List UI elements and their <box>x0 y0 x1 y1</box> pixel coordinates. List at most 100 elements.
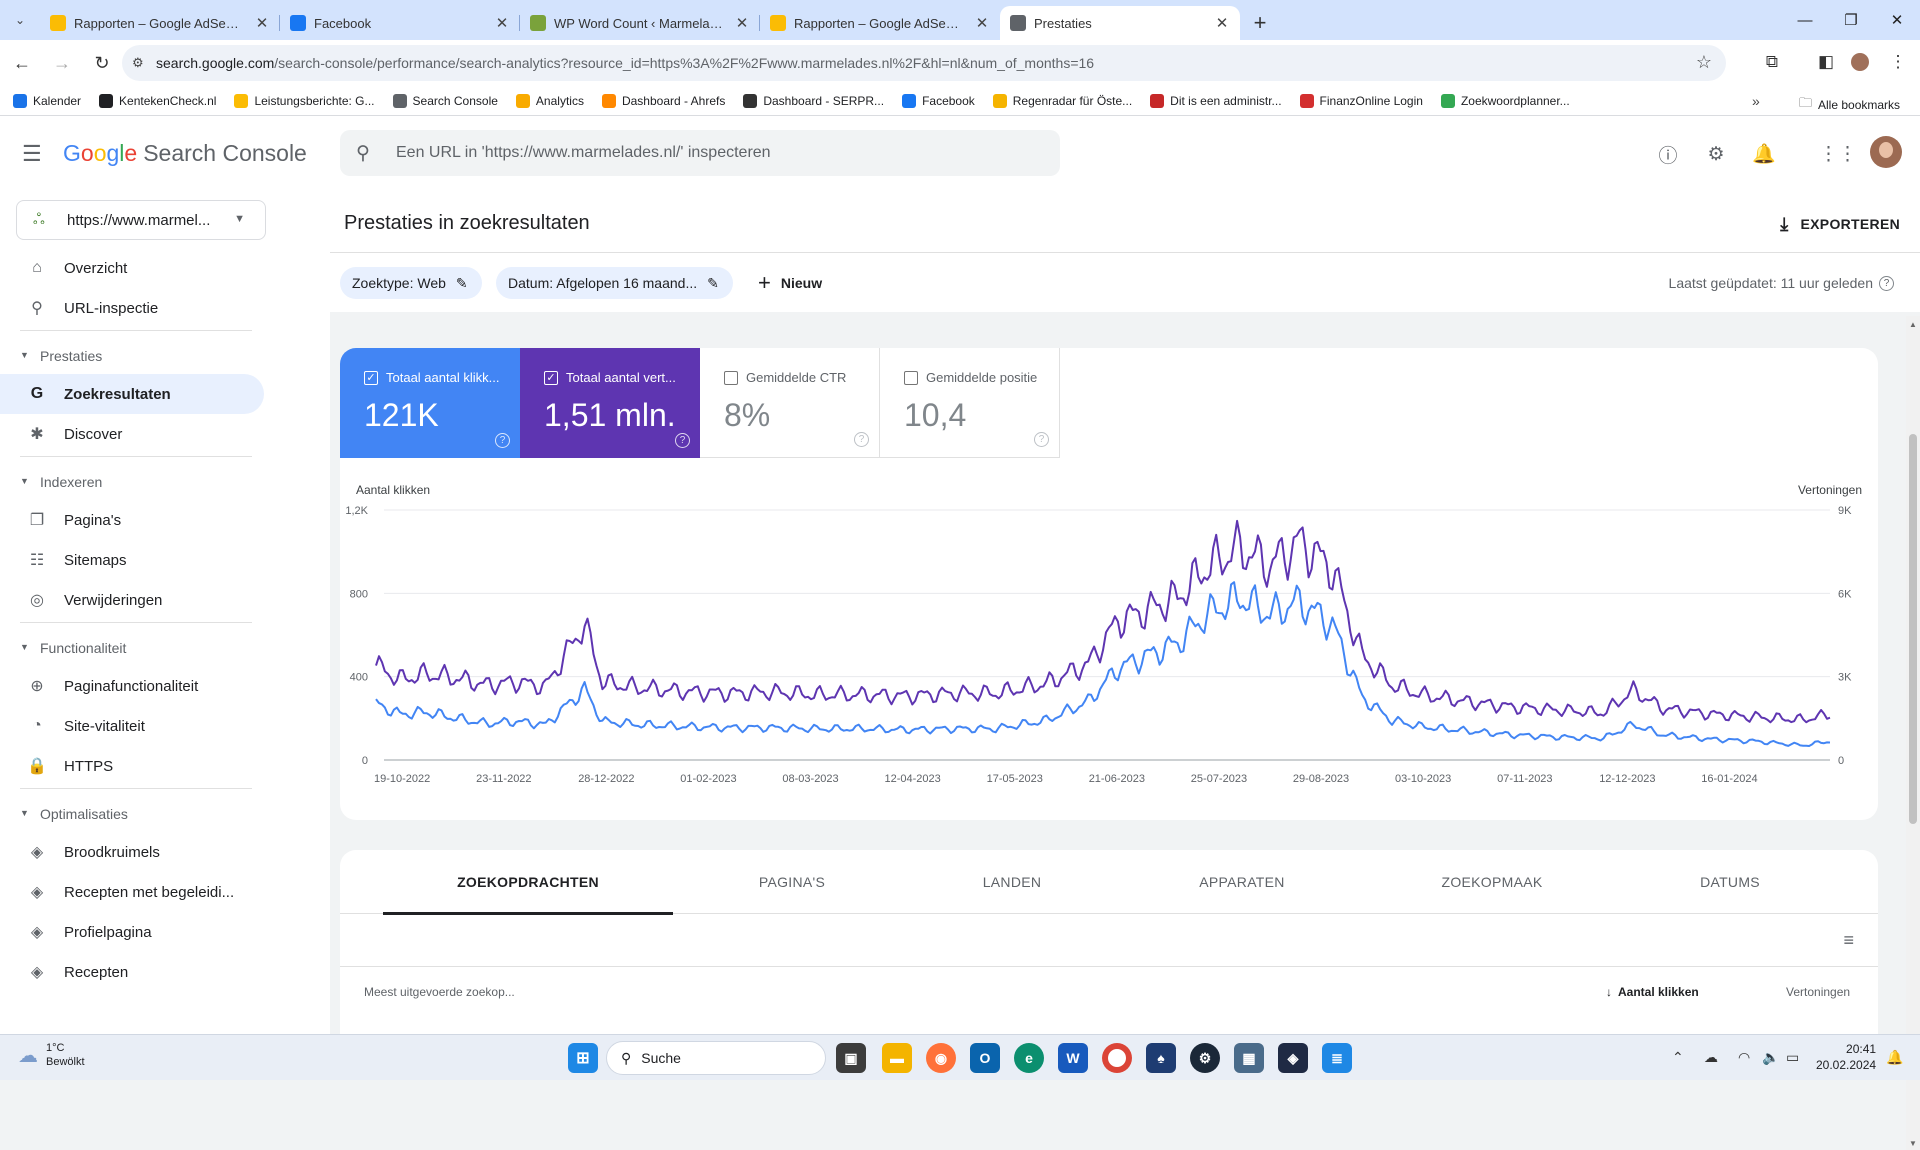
help-circle-icon[interactable]: ? <box>675 433 690 448</box>
side-panel-icon[interactable]: ◧ <box>1812 48 1840 76</box>
sidebar-item-recepten-met-begeleidi[interactable]: ◈ Recepten met begeleidi... <box>0 872 264 912</box>
date-filter-chip[interactable]: Datum: Afgelopen 16 maand... ✎ <box>496 267 733 299</box>
edit-pencil-icon[interactable]: ✎ <box>456 275 468 292</box>
browser-tab[interactable]: WP Word Count ‹ Marmelades ✕ <box>520 6 760 40</box>
extensions-icon[interactable]: ⧉ <box>1758 48 1786 76</box>
taskbar-search[interactable]: ⚲ Suche <box>606 1041 826 1075</box>
checkbox-empty-icon[interactable] <box>724 370 738 385</box>
browser-tab[interactable]: Rapporten – Google AdSense ✕ <box>40 6 280 40</box>
firefox-icon[interactable]: ◉ <box>926 1043 956 1073</box>
sidebar-item-zoekresultaten[interactable]: G Zoekresultaten <box>0 374 264 414</box>
apps-grid-icon[interactable]: ⋮⋮ <box>1819 140 1857 168</box>
sidebar-item-https[interactable]: 🔒 HTTPS <box>0 746 264 786</box>
sidebar-item-recepten[interactable]: ◈ Recepten <box>0 952 264 992</box>
tab-apparaten[interactable]: APPARATEN <box>1142 850 1342 914</box>
checkbox-checked-icon[interactable]: ✓ <box>544 370 558 385</box>
bookmark-item[interactable]: Kalender <box>4 93 90 108</box>
sidebar-item-paginafunctionaliteit[interactable]: ⊕ Paginafunctionaliteit <box>0 666 264 706</box>
filter-rows-icon[interactable]: ≡ <box>1843 930 1854 951</box>
nav-section-functionaliteit[interactable]: ▼ Functionaliteit <box>0 630 264 666</box>
notepad-icon[interactable]: ≣ <box>1322 1043 1352 1073</box>
close-tab-icon[interactable]: ✕ <box>1214 14 1230 32</box>
onedrive-icon[interactable]: ☁ <box>1704 1049 1718 1066</box>
sidebar-item-discover[interactable]: ✱ Discover <box>0 414 264 454</box>
wifi-icon[interactable]: ◠ <box>1738 1049 1750 1066</box>
close-tab-icon[interactable]: ✕ <box>254 14 270 32</box>
bookmark-item[interactable]: Regenradar für Öste... <box>984 93 1141 108</box>
browser-menu-icon[interactable]: ⋮ <box>1884 48 1912 76</box>
more-bookmarks-icon[interactable]: » <box>1752 93 1760 109</box>
manage-users-icon[interactable]: ⚙ <box>1702 140 1730 168</box>
all-bookmarks[interactable]: 🗀 Alle bookmarks <box>1790 94 1909 116</box>
bookmark-item[interactable]: Dit is een administr... <box>1141 93 1290 108</box>
checkbox-empty-icon[interactable] <box>904 370 918 385</box>
profile-avatar-icon[interactable] <box>1846 48 1874 76</box>
bookmark-item[interactable]: Dashboard - Ahrefs <box>593 93 734 108</box>
help-circle-icon[interactable]: ? <box>1034 432 1049 447</box>
app-icon[interactable]: ◈ <box>1278 1043 1308 1073</box>
sidebar-item-overzicht[interactable]: ⌂ Overzicht <box>0 248 264 288</box>
bookmark-item[interactable]: Facebook <box>893 93 984 108</box>
site-info-icon[interactable]: ⚙ <box>132 55 148 71</box>
notifications-bell-icon[interactable]: 🔔 <box>1750 140 1778 168</box>
nav-section-optimalisaties[interactable]: ▼ Optimalisaties <box>0 796 264 832</box>
edge-icon[interactable]: e <box>1014 1043 1044 1073</box>
export-button[interactable]: ⤓ EXPORTEREN <box>1780 206 1900 242</box>
series-line-impressions[interactable] <box>375 519 1831 724</box>
bookmark-star-icon[interactable]: ☆ <box>1696 52 1712 73</box>
close-tab-icon[interactable]: ✕ <box>494 14 510 32</box>
search-console-logo[interactable]: Google Search Console <box>63 140 307 167</box>
bookmark-item[interactable]: Zoekwoordplanner... <box>1432 93 1579 108</box>
nav-section-prestaties[interactable]: ▼ Prestaties <box>0 338 264 374</box>
new-filter-button[interactable]: + Nieuw <box>758 267 822 299</box>
metric-card[interactable]: ✓ Totaal aantal klikk... 121K? <box>340 348 520 458</box>
checkbox-checked-icon[interactable]: ✓ <box>364 370 378 385</box>
minimize-icon[interactable]: — <box>1782 0 1828 40</box>
tray-overflow-icon[interactable]: ⌃ <box>1672 1049 1684 1066</box>
close-tab-icon[interactable]: ✕ <box>734 14 750 32</box>
restore-icon[interactable]: ❐ <box>1828 0 1874 40</box>
sidebar-item-verwijderingen[interactable]: ◎ Verwijderingen <box>0 580 264 620</box>
notification-bell-icon[interactable]: 🔔 <box>1886 1049 1903 1066</box>
search-type-filter-chip[interactable]: Zoektype: Web ✎ <box>340 267 482 299</box>
sidebar-item-pagina-s[interactable]: ❐ Pagina's <box>0 500 264 540</box>
file-explorer-icon[interactable]: ▬ <box>882 1043 912 1073</box>
sidebar-item-site-vitaliteit[interactable]: ◔ Site-vitaliteit <box>0 706 264 746</box>
nav-section-indexeren[interactable]: ▼ Indexeren <box>0 464 264 500</box>
calculator-icon[interactable]: ▦ <box>1234 1043 1264 1073</box>
metric-card[interactable]: Gemiddelde positie 10,4? <box>880 348 1060 458</box>
browser-tab[interactable]: Rapporten – Google AdSense ✕ <box>760 6 1000 40</box>
word-icon[interactable]: W <box>1058 1043 1088 1073</box>
url-field[interactable]: ⚙ search.google.com/search-console/perfo… <box>122 45 1726 81</box>
scrollbar-thumb[interactable] <box>1909 434 1917 824</box>
edit-pencil-icon[interactable]: ✎ <box>707 275 719 292</box>
tab-datums[interactable]: DATUMS <box>1630 850 1830 914</box>
page-scrollbar[interactable]: ▲ ▼ <box>1906 316 1920 1150</box>
forward-icon[interactable]: → <box>42 43 82 83</box>
series-line-clicks[interactable] <box>375 581 1831 747</box>
clock[interactable]: 20:41 20.02.2024 <box>1816 1041 1876 1073</box>
chrome-icon[interactable] <box>1102 1043 1132 1073</box>
task-view-icon[interactable]: ▣ <box>836 1043 866 1073</box>
account-avatar[interactable] <box>1870 136 1902 168</box>
battery-icon[interactable]: ▭ <box>1786 1049 1799 1066</box>
bookmark-item[interactable]: Dashboard - SERPR... <box>734 93 893 108</box>
col-header-queries[interactable]: Meest uitgevoerde zoekop... <box>364 985 515 999</box>
weather-widget[interactable]: ☁ 1°C Bewölkt <box>18 1041 85 1069</box>
bookmark-item[interactable]: Leistungsberichte: G... <box>225 93 383 108</box>
close-window-icon[interactable]: ✕ <box>1874 0 1920 40</box>
property-selector[interactable]: ஃ https://www.marmel... ▼ <box>16 200 266 240</box>
tab-landen[interactable]: LANDEN <box>912 850 1112 914</box>
close-tab-icon[interactable]: ✕ <box>974 14 990 32</box>
browser-tab[interactable]: Facebook ✕ <box>280 6 520 40</box>
metric-card[interactable]: ✓ Totaal aantal vert... 1,51 mln.? <box>520 348 700 458</box>
outlook-icon[interactable]: O <box>970 1043 1000 1073</box>
bookmark-item[interactable]: KentekenCheck.nl <box>90 93 225 108</box>
steam-icon[interactable]: ⚙ <box>1190 1043 1220 1073</box>
back-icon[interactable]: ← <box>2 43 42 83</box>
metric-card[interactable]: Gemiddelde CTR 8%? <box>700 348 880 458</box>
col-header-clicks[interactable]: ↓ Aantal klikken <box>1606 985 1699 999</box>
tab-zoekopmaak[interactable]: ZOEKOPMAAK <box>1392 850 1592 914</box>
sidebar-item-broodkruimels[interactable]: ◈ Broodkruimels <box>0 832 264 872</box>
sidebar-item-sitemaps[interactable]: ☷ Sitemaps <box>0 540 264 580</box>
